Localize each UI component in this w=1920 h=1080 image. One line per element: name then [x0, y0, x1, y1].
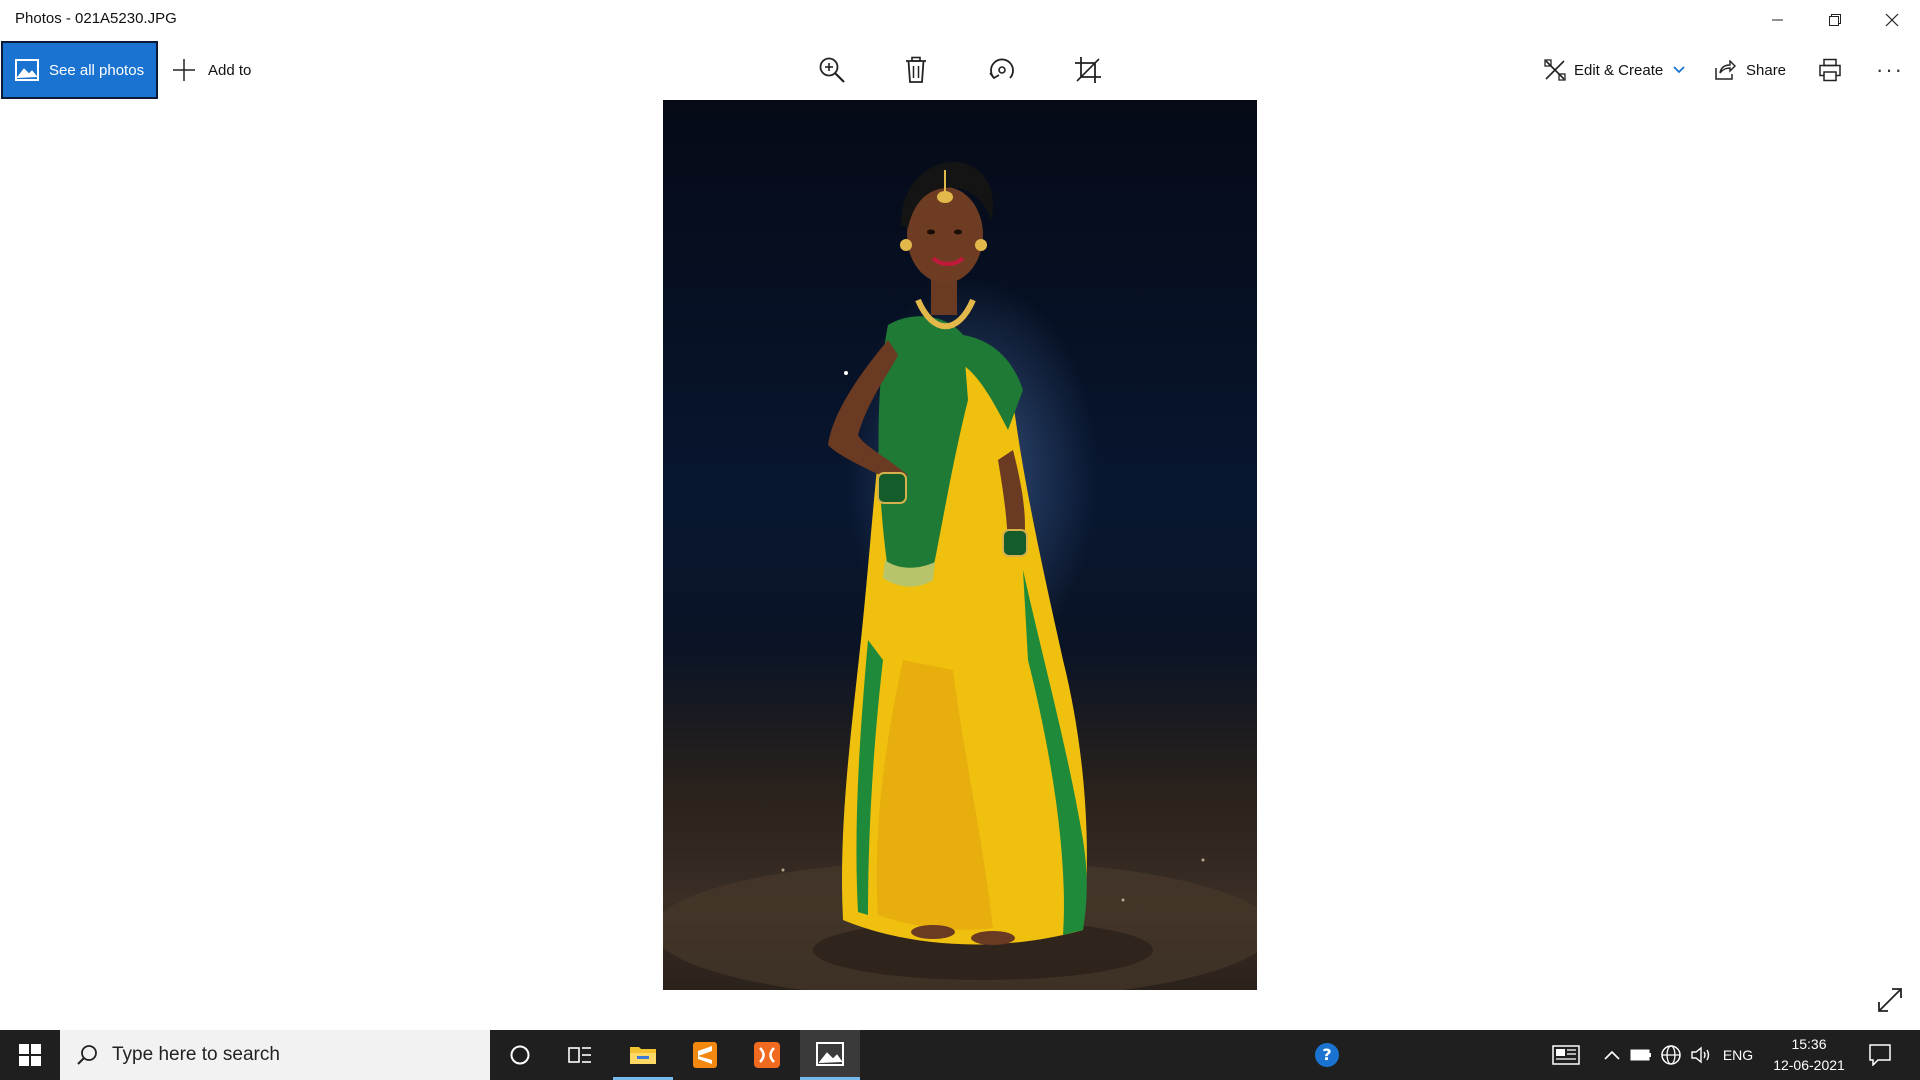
battery-tray-button[interactable]	[1628, 1030, 1654, 1080]
taskbar-search-box[interactable]: Type here to search	[60, 1030, 490, 1080]
battery-icon	[1630, 1049, 1651, 1061]
edit-create-button[interactable]: Edit & Create	[1544, 54, 1685, 86]
sublime-text-button[interactable]	[675, 1030, 735, 1080]
clock[interactable]: 15:36 12-06-2021	[1764, 1034, 1854, 1076]
photos-app-icon	[816, 1041, 844, 1066]
crop-icon	[1075, 57, 1101, 83]
close-icon	[1885, 13, 1898, 27]
plus-icon	[173, 59, 195, 81]
delete-button[interactable]	[898, 52, 934, 88]
edit-create-icon	[1544, 59, 1566, 81]
command-bar: See all photos Add to Edit & Create Shar…	[0, 40, 1920, 100]
task-view-button[interactable]	[550, 1030, 610, 1080]
title-bar: Photos - 021A5230.JPG	[0, 0, 1920, 40]
xampp-button[interactable]	[737, 1030, 797, 1080]
speaker-icon	[1691, 1046, 1710, 1064]
cortana-button[interactable]	[490, 1030, 550, 1080]
share-icon	[1715, 60, 1736, 80]
fullscreen-button[interactable]	[1876, 986, 1904, 1014]
taskbar: Type here to search ? ENG 15:36 12-06-20…	[0, 1030, 1920, 1080]
edit-create-label: Edit & Create	[1574, 61, 1664, 79]
notification-icon	[1869, 1044, 1891, 1066]
task-view-icon	[568, 1047, 591, 1063]
news-tray-button[interactable]	[1548, 1030, 1584, 1080]
delete-icon	[906, 56, 926, 83]
share-button[interactable]: Share	[1714, 54, 1786, 86]
expand-icon	[1878, 988, 1902, 1012]
sublime-text-icon	[693, 1042, 717, 1068]
restore-button[interactable]	[1806, 0, 1863, 40]
photo-collection-icon	[15, 59, 39, 81]
restore-icon	[1828, 14, 1841, 26]
minimize-button[interactable]	[1749, 0, 1806, 40]
help-icon: ?	[1315, 1043, 1339, 1067]
close-button[interactable]	[1863, 0, 1920, 40]
search-placeholder: Type here to search	[112, 1044, 280, 1065]
print-button[interactable]	[1812, 52, 1848, 88]
rotate-icon	[989, 58, 1014, 80]
add-to-button[interactable]: Add to	[172, 54, 251, 86]
see-all-photos-label: See all photos	[49, 61, 145, 79]
network-tray-button[interactable]	[1658, 1030, 1684, 1080]
help-tray-button[interactable]: ?	[1310, 1030, 1346, 1080]
photo-subject-illustration	[663, 161, 1257, 990]
start-button[interactable]	[0, 1030, 60, 1080]
news-icon	[1552, 1045, 1580, 1065]
add-to-label: Add to	[208, 61, 252, 79]
action-center-button[interactable]	[1862, 1030, 1898, 1080]
see-all-photos-button[interactable]: See all photos	[1, 41, 158, 99]
chevron-down-icon	[1673, 66, 1685, 74]
clock-date: 12-06-2021	[1773, 1057, 1845, 1073]
share-label: Share	[1746, 61, 1787, 79]
file-explorer-button[interactable]	[613, 1030, 673, 1080]
show-hidden-icons-button[interactable]	[1600, 1030, 1624, 1080]
window-title: Photos - 021A5230.JPG	[15, 10, 177, 27]
print-icon	[1819, 58, 1841, 82]
svg-text:?: ?	[1322, 1045, 1331, 1064]
photos-app-button[interactable]	[800, 1030, 860, 1080]
clock-time: 15:36	[1791, 1036, 1827, 1052]
more-options-button[interactable]: ···	[1870, 52, 1910, 88]
rotate-button[interactable]	[984, 52, 1020, 88]
zoom-button[interactable]	[814, 52, 850, 88]
xampp-icon	[754, 1042, 780, 1068]
input-language-indicator[interactable]: ENG	[1718, 1030, 1758, 1080]
cortana-icon	[510, 1045, 530, 1065]
photo-image	[663, 100, 1257, 990]
minimize-icon	[1771, 19, 1783, 21]
file-explorer-icon	[630, 1046, 656, 1064]
zoom-in-icon	[819, 57, 845, 83]
windows-logo-icon	[19, 1044, 41, 1066]
search-icon	[77, 1045, 97, 1065]
chevron-up-icon	[1604, 1050, 1620, 1060]
crop-button[interactable]	[1070, 52, 1106, 88]
globe-network-icon	[1661, 1045, 1681, 1065]
volume-tray-button[interactable]	[1688, 1030, 1714, 1080]
